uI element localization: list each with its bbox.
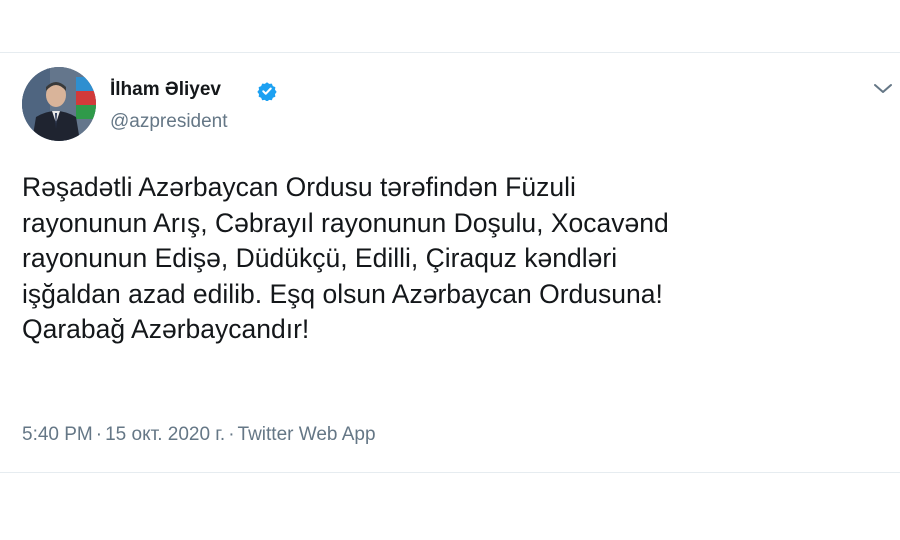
- avatar-photo: [22, 67, 96, 141]
- tweet-text-line: rayonunun Edişə, Düdükçü, Edilli, Çiraqu…: [22, 243, 618, 273]
- tweet-timestamp[interactable]: 5:40 PM · 15 окт. 2020 г.: [22, 424, 225, 445]
- bottom-divider: [0, 472, 900, 473]
- chevron-down-icon[interactable]: [872, 80, 894, 98]
- tweet-source[interactable]: Twitter Web App: [238, 424, 376, 445]
- tweet-time[interactable]: 5:40 PM: [22, 424, 93, 445]
- tweet-text-line: Qarabağ Azərbaycandır!: [22, 314, 310, 344]
- tweet-text: Rəşadətli Azərbaycan Ordusu tərəfindən F…: [22, 170, 892, 348]
- tweet-text-line: Rəşadətli Azərbaycan Ordusu tərəfindən F…: [22, 172, 576, 202]
- tweet-date[interactable]: 15 окт. 2020 г.: [105, 424, 225, 445]
- avatar[interactable]: [22, 67, 96, 141]
- author-handle[interactable]: @azpresident: [110, 111, 228, 133]
- top-divider: [0, 52, 900, 53]
- meta-separator: ·: [95, 424, 103, 445]
- tweet-text-line: işğaldan azad edilib. Eşq olsun Azərbayc…: [22, 278, 663, 309]
- meta-separator: ·: [228, 424, 235, 445]
- tweet-text-line: rayonunun Arış, Cəbrayıl rayonunun Doşul…: [22, 207, 669, 238]
- tweet-metadata: 5:40 PM · 15 окт. 2020 г. · Twitter Web App: [22, 424, 376, 446]
- verified-badge-icon: [257, 82, 277, 101]
- author-name[interactable]: İlham Əliyev: [110, 79, 221, 101]
